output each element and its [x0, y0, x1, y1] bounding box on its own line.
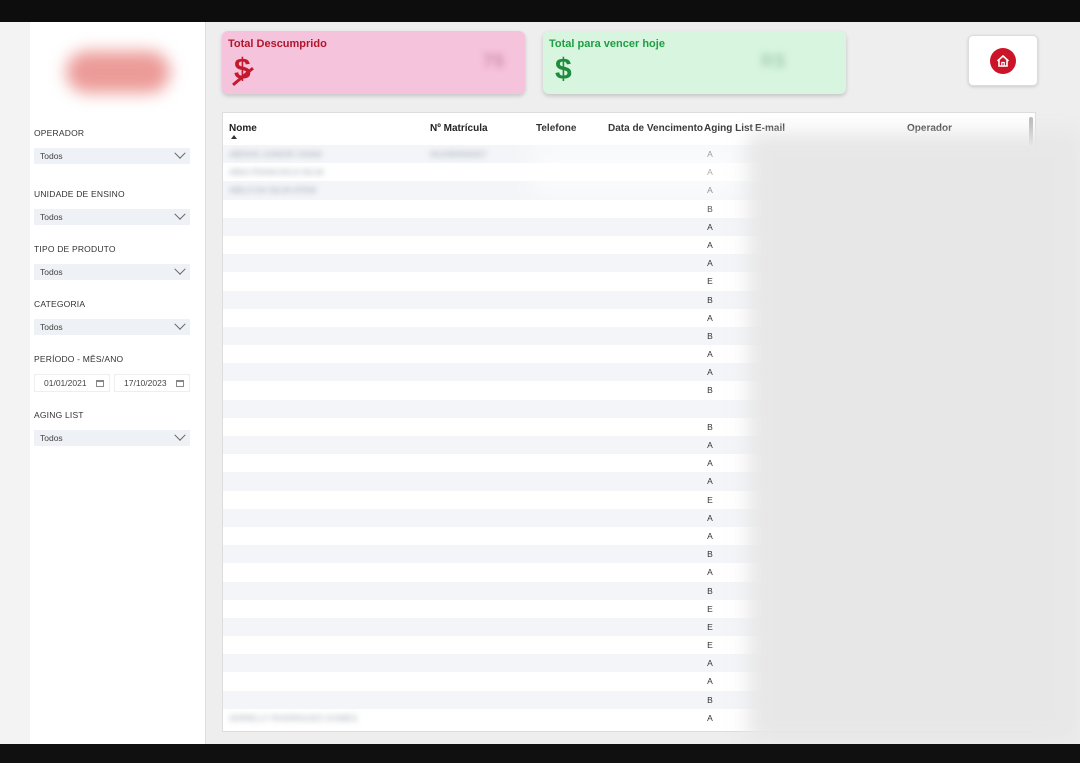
- chevron-down-icon: [174, 318, 186, 330]
- chevron-down-icon: [174, 147, 186, 159]
- cell-matricula: 051090000007: [430, 149, 487, 159]
- start-date-input[interactable]: 01/01/2021: [34, 374, 110, 392]
- select-value: Todos: [40, 151, 63, 161]
- cell-nome: ABIA FRANCISCA SILVA: [229, 167, 325, 178]
- cell-aging: A: [707, 440, 713, 450]
- cell-aging: A: [707, 530, 713, 541]
- cell-aging: B: [707, 421, 713, 432]
- cell-aging: E: [707, 276, 713, 287]
- sort-ascending-icon: [231, 135, 237, 139]
- cell-aging: B: [707, 694, 713, 705]
- cell-aging: A: [707, 258, 713, 269]
- filter-label: UNIDADE DE ENSINO: [34, 189, 125, 199]
- chevron-down-icon: [174, 429, 186, 441]
- card-value: 75: [482, 51, 505, 71]
- cell-aging: B: [707, 294, 713, 305]
- dollar-icon: $: [555, 53, 572, 86]
- chevron-down-icon: [174, 263, 186, 275]
- total-descumprido-card: Total Descumprido $ 75: [222, 31, 525, 94]
- logo: [52, 32, 184, 112]
- end-date-input[interactable]: 17/10/2023: [114, 374, 190, 392]
- home-button[interactable]: [968, 35, 1038, 86]
- end-date-value: 17/10/2023: [124, 378, 167, 388]
- filter-label: PERÍODO - MÊS/ANO: [34, 354, 124, 364]
- cell-aging: E: [707, 621, 713, 632]
- cell-aging: B: [707, 585, 713, 596]
- tipo-produto-select[interactable]: Todos: [34, 263, 190, 280]
- cell-aging: E: [707, 603, 713, 614]
- filter-operador: OPERADOR Todos: [34, 128, 190, 164]
- filter-unidade: UNIDADE DE ENSINO Todos: [34, 189, 190, 225]
- cell-aging: A: [707, 712, 713, 723]
- select-value: Todos: [40, 322, 63, 332]
- select-value: Todos: [40, 267, 63, 277]
- chevron-down-icon: [174, 208, 186, 220]
- column-nome[interactable]: Nome: [229, 123, 257, 134]
- filter-periodo: PERÍODO - MÊS/ANO 01/01/2021 17/10/2023: [34, 354, 190, 392]
- operador-select[interactable]: Todos: [34, 147, 190, 164]
- cell-aging: A: [707, 221, 713, 232]
- bottom-bar: [0, 744, 1080, 763]
- calendar-icon: [176, 379, 184, 387]
- card-title: Total Descumprido: [228, 38, 327, 50]
- cell-aging: A: [707, 476, 713, 487]
- cell-aging: A: [707, 658, 713, 669]
- filter-label: TIPO DE PRODUTO: [34, 244, 116, 254]
- unidade-select[interactable]: Todos: [34, 208, 190, 225]
- cell-aging: B: [707, 203, 713, 214]
- cell-aging: E: [707, 494, 713, 505]
- filter-aging: AGING LIST Todos: [34, 410, 190, 446]
- cell-aging: E: [707, 640, 713, 651]
- blur-overlay: [530, 140, 750, 200]
- home-icon: [990, 47, 1016, 74]
- start-date-value: 01/01/2021: [44, 378, 87, 388]
- calendar-icon: [96, 379, 104, 387]
- cell-aging: A: [707, 676, 713, 687]
- cell-aging: B: [707, 549, 713, 560]
- cell-nome: ADRIELLY RODRIGUES GOMES: [229, 712, 358, 723]
- top-bar: [0, 0, 1080, 22]
- cell-aging: A: [707, 567, 713, 578]
- column-telefone[interactable]: Telefone: [536, 123, 576, 134]
- cell-aging: A: [707, 239, 713, 250]
- cell-aging: A: [707, 458, 713, 469]
- cell-aging: A: [707, 367, 713, 378]
- column-matricula[interactable]: Nº Matrícula: [430, 123, 488, 134]
- filter-label: OPERADOR: [34, 128, 85, 138]
- column-aging[interactable]: Aging List: [704, 123, 753, 134]
- cell-aging: A: [707, 349, 713, 360]
- cell-aging: A: [707, 512, 713, 523]
- filter-label: AGING LIST: [34, 410, 84, 420]
- cell-aging: B: [707, 385, 713, 396]
- card-value: R$: [760, 51, 786, 71]
- categoria-select[interactable]: Todos: [34, 318, 190, 335]
- filter-sidebar: OPERADOR Todos UNIDADE DE ENSINO Todos T…: [30, 22, 206, 744]
- cell-nome: ABDIAS JUNIOR VIANA: [229, 149, 323, 159]
- blur-overlay: [748, 132, 1080, 744]
- filter-label: CATEGORIA: [34, 299, 86, 309]
- filter-categoria: CATEGORIA Todos: [34, 299, 190, 335]
- aging-select[interactable]: Todos: [34, 429, 190, 446]
- total-vencer-card: Total para vencer hoje $ R$: [543, 31, 846, 94]
- select-value: Todos: [40, 212, 63, 222]
- column-vencimento[interactable]: Data de Vencimento: [608, 123, 703, 134]
- filter-tipo-produto: TIPO DE PRODUTO Todos: [34, 244, 190, 280]
- card-title: Total para vencer hoje: [549, 38, 665, 50]
- cell-aging: A: [707, 312, 713, 323]
- select-value: Todos: [40, 433, 63, 443]
- cell-aging: B: [707, 330, 713, 341]
- left-margin: [0, 22, 30, 744]
- cell-nome: ABILA DA SILVA ATEM: [229, 185, 316, 196]
